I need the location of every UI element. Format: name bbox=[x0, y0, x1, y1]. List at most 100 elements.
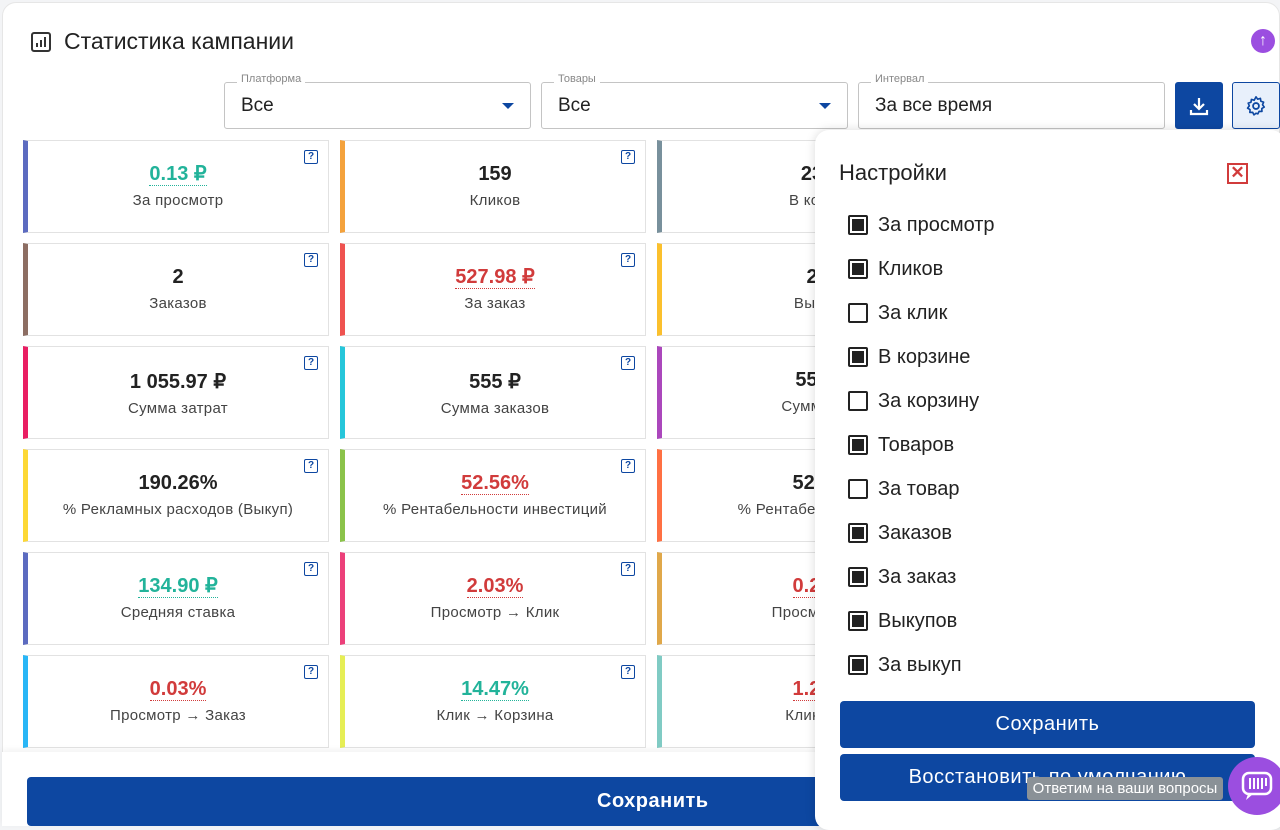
stat-card: 0.13 ₽ За просмотр? bbox=[23, 140, 329, 233]
chat-button[interactable] bbox=[1228, 757, 1280, 815]
stat-label: Средняя ставка bbox=[120, 604, 236, 621]
option-label: Выкупов bbox=[878, 609, 958, 632]
stat-card: 527.98 ₽ За заказ? bbox=[340, 243, 646, 336]
option-label: Заказов bbox=[878, 521, 952, 544]
help-icon[interactable]: ? bbox=[304, 459, 318, 473]
help-icon[interactable]: ? bbox=[304, 253, 318, 267]
download-icon bbox=[1189, 97, 1209, 115]
stat-value: 555 ₽ bbox=[469, 371, 521, 393]
help-icon[interactable]: ? bbox=[304, 356, 318, 370]
stat-card: 555 ₽ Сумма заказов? bbox=[340, 346, 646, 439]
checkbox[interactable] bbox=[848, 479, 868, 499]
stat-label: Сумма заказов bbox=[440, 400, 550, 417]
checkbox[interactable] bbox=[848, 259, 868, 279]
page-header: Статистика кампании bbox=[30, 28, 294, 55]
stat-label: Клик → Корзина bbox=[436, 707, 554, 724]
stat-value: 0.03% bbox=[149, 678, 207, 701]
save-button-label: Сохранить bbox=[597, 790, 709, 812]
checkbox[interactable] bbox=[848, 655, 868, 675]
arrow-up-icon: ↑ bbox=[1259, 32, 1267, 49]
stat-card: 159 Кликов? bbox=[340, 140, 646, 233]
settings-option[interactable]: За выкуп bbox=[848, 643, 1248, 687]
stat-value: 2 bbox=[172, 266, 184, 288]
help-icon[interactable]: ? bbox=[621, 459, 635, 473]
checkbox[interactable] bbox=[848, 523, 868, 543]
stat-value: 1 055.97 ₽ bbox=[129, 371, 227, 393]
help-icon[interactable]: ? bbox=[304, 665, 318, 679]
settings-title: Настройки bbox=[839, 160, 947, 185]
settings-option[interactable] bbox=[848, 687, 1248, 697]
settings-option[interactable]: За просмотр bbox=[848, 203, 1248, 247]
settings-option[interactable]: За товар bbox=[848, 467, 1248, 511]
checkbox[interactable] bbox=[848, 567, 868, 587]
checkbox[interactable] bbox=[848, 435, 868, 455]
stat-card: 52.56% % Рентабельности инвестиций? bbox=[340, 449, 646, 542]
stat-card: 190.26% % Рекламных расходов (Выкуп)? bbox=[23, 449, 329, 542]
stat-card: 1 055.97 ₽ Сумма затрат? bbox=[23, 346, 329, 439]
option-label: За заказ bbox=[878, 565, 957, 588]
option-label: За клик bbox=[878, 301, 948, 324]
settings-option[interactable]: Выкупов bbox=[848, 599, 1248, 643]
settings-option[interactable]: За заказ bbox=[848, 555, 1248, 599]
stat-label: Просмотр → Заказ bbox=[110, 707, 246, 724]
option-label: Товаров bbox=[878, 433, 955, 456]
settings-button[interactable] bbox=[1232, 82, 1280, 129]
close-icon[interactable]: ✕ bbox=[1227, 163, 1248, 184]
stat-card: 134.90 ₽ Средняя ставка? bbox=[23, 552, 329, 645]
help-icon[interactable]: ? bbox=[304, 562, 318, 576]
help-icon[interactable]: ? bbox=[621, 665, 635, 679]
chart-icon bbox=[31, 31, 51, 52]
checkbox[interactable] bbox=[848, 303, 868, 323]
products-label: Товары bbox=[554, 73, 600, 85]
option-label: За просмотр bbox=[878, 213, 995, 236]
help-icon[interactable]: ? bbox=[621, 562, 635, 576]
scroll-up-button[interactable]: ↑ bbox=[1251, 29, 1275, 53]
settings-option[interactable]: Заказов bbox=[848, 511, 1248, 555]
settings-option[interactable]: За клик bbox=[848, 291, 1248, 335]
stat-label: За заказ bbox=[464, 295, 526, 312]
products-select[interactable]: Товары Все bbox=[541, 73, 848, 129]
interval-field[interactable]: Интервал За все время bbox=[858, 73, 1165, 129]
stat-value: 527.98 ₽ bbox=[455, 266, 535, 289]
option-label: За товар bbox=[878, 477, 960, 500]
help-icon[interactable]: ? bbox=[621, 253, 635, 267]
option-label: Кликов bbox=[878, 257, 944, 280]
settings-option[interactable]: Товаров bbox=[848, 423, 1248, 467]
checkbox[interactable] bbox=[848, 347, 868, 367]
option-label: За выкуп bbox=[878, 653, 962, 676]
option-label: За корзину bbox=[878, 389, 980, 412]
stat-value: 159 bbox=[478, 163, 512, 185]
download-button[interactable] bbox=[1175, 82, 1223, 129]
platform-select[interactable]: Платформа Все bbox=[224, 73, 531, 129]
stat-card: 14.47% Клик → Корзина? bbox=[340, 655, 646, 748]
dropdown-arrow-icon bbox=[502, 103, 514, 109]
stat-label: Кликов bbox=[469, 192, 521, 209]
stat-card: 0.03% Просмотр → Заказ? bbox=[23, 655, 329, 748]
settings-save-button[interactable]: Сохранить bbox=[840, 701, 1255, 748]
stat-label: Сумма затрат bbox=[128, 400, 228, 417]
help-icon[interactable]: ? bbox=[621, 356, 635, 370]
settings-option[interactable]: В корзине bbox=[848, 335, 1248, 379]
checkbox[interactable] bbox=[848, 391, 868, 411]
gear-icon bbox=[1246, 95, 1266, 116]
platform-label: Платформа bbox=[237, 73, 306, 85]
help-icon[interactable]: ? bbox=[621, 150, 635, 164]
interval-value: За все время bbox=[875, 95, 993, 116]
checkbox[interactable] bbox=[848, 215, 868, 235]
help-icon[interactable]: ? bbox=[304, 150, 318, 164]
stat-label: % Рентабельности инвестиций bbox=[383, 501, 607, 518]
stat-value: 14.47% bbox=[461, 678, 529, 701]
option-label: В корзине bbox=[878, 345, 971, 368]
stat-label: % Рекламных расходов (Выкуп) bbox=[62, 501, 294, 518]
products-value: Все bbox=[558, 95, 591, 116]
dropdown-arrow-icon bbox=[819, 103, 831, 109]
stat-label: За просмотр bbox=[132, 192, 224, 209]
checkbox[interactable] bbox=[848, 611, 868, 631]
stat-card: 2.03% Просмотр → Клик? bbox=[340, 552, 646, 645]
settings-option[interactable]: За корзину bbox=[848, 379, 1248, 423]
stat-label: Заказов bbox=[149, 295, 207, 312]
settings-option[interactable]: Кликов bbox=[848, 247, 1248, 291]
chat-tooltip: Ответим на ваши вопросы bbox=[1027, 777, 1223, 800]
stat-value: 0.13 ₽ bbox=[149, 163, 207, 186]
settings-list[interactable]: За просмотр Кликов За клик В корзине За корз… bbox=[848, 203, 1248, 697]
